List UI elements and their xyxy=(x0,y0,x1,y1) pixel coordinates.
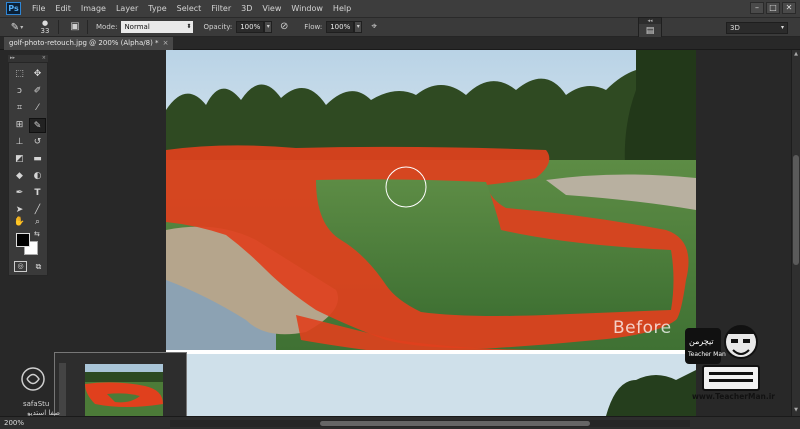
brush-icon: ✎ xyxy=(10,21,20,33)
move-tool-icon[interactable]: ✥ xyxy=(29,67,46,82)
close-toolbox-icon[interactable]: × xyxy=(42,55,46,62)
flow-label: Flow: xyxy=(304,23,323,31)
airbrush-icon[interactable]: ⌖ xyxy=(366,20,382,34)
horizontal-scrollbar[interactable] xyxy=(170,420,690,427)
brush-preset-picker[interactable]: ● 33 xyxy=(36,19,54,35)
menu-window[interactable]: Window xyxy=(286,4,328,13)
quick-mask-icon[interactable]: ◎ xyxy=(14,261,27,272)
blur-tool-icon[interactable]: ◆ xyxy=(11,169,28,184)
chevron-down-icon: ▾ xyxy=(20,23,24,31)
mode-label: Mode: xyxy=(96,23,118,31)
flow-slider-toggle[interactable]: ▾ xyxy=(354,21,363,33)
type-tool-icon[interactable]: T xyxy=(29,186,46,201)
eraser-tool-icon[interactable]: ◩ xyxy=(11,152,28,167)
eyedropper-tool-icon[interactable]: ⁄ xyxy=(29,101,46,116)
workspace-select[interactable]: 3D ▾ xyxy=(726,22,788,34)
photoshop-logo: Ps xyxy=(6,2,21,15)
document-canvas[interactable] xyxy=(166,50,696,416)
teacherman-name-text: Teacher Man xyxy=(687,351,726,358)
thumbnail-preview-window xyxy=(54,352,187,426)
menu-type[interactable]: Type xyxy=(143,4,171,13)
flow-input[interactable]: 100% xyxy=(326,21,355,33)
mode-select[interactable]: Normal ⬍ xyxy=(121,21,194,33)
options-bar: ✎ ▾ ● 33 ▣ Mode: Normal ⬍ Opacity: 100% ▾… xyxy=(0,17,800,37)
menu-filter[interactable]: Filter xyxy=(206,4,236,13)
menu-3d[interactable]: 3D xyxy=(236,4,257,13)
hand-tool-icon[interactable]: ✋ xyxy=(11,215,28,230)
brush-tip-icon: ● xyxy=(41,19,49,27)
vertical-scroll-thumb[interactable] xyxy=(793,155,799,265)
gradient-tool-icon[interactable]: ▬ xyxy=(29,152,46,167)
swap-colors-icon[interactable]: ⇆ xyxy=(34,230,40,238)
lasso-tool-icon[interactable]: ↄ xyxy=(11,84,28,99)
chevron-updown-icon: ⬍ xyxy=(186,23,192,30)
toolbox-header[interactable]: ▸▸ × xyxy=(8,55,48,62)
before-label: Before xyxy=(613,318,672,338)
window-controls: – □ ✕ xyxy=(750,2,796,14)
tool-preset-picker[interactable]: ✎ ▾ xyxy=(6,19,28,35)
healing-brush-tool-icon[interactable]: ⊞ xyxy=(11,118,28,133)
opacity-slider-toggle[interactable]: ▾ xyxy=(264,21,273,33)
properties-panel-icon[interactable]: ▤ xyxy=(639,24,661,38)
screen-mode-icon[interactable]: ⧉ xyxy=(32,261,45,272)
separator xyxy=(87,20,88,34)
crop-tool-icon[interactable]: ⌗ xyxy=(11,101,28,116)
photoshop-window: Ps File Edit Image Layer Type Select Fil… xyxy=(0,0,800,429)
thumbnail-image xyxy=(85,364,163,416)
zoom-tool-icon[interactable]: ⌕ xyxy=(29,215,46,230)
safastudio-name: safaStu xyxy=(23,400,50,408)
menu-help[interactable]: Help xyxy=(328,4,356,13)
brush-size-value: 33 xyxy=(40,27,50,35)
document-tab-title: golf-photo-retouch.jpg @ 200% (Alpha/8) … xyxy=(9,39,159,47)
teacherman-logo: تیچرمن Teacher Man xyxy=(683,312,765,392)
thumbnail-toolbar xyxy=(59,363,66,421)
zoom-level[interactable]: 200% xyxy=(4,419,24,427)
workspace-value: 3D xyxy=(730,24,740,32)
menu-edit[interactable]: Edit xyxy=(50,4,76,13)
scroll-up-icon[interactable]: ▲ xyxy=(792,51,800,59)
menu-bar: Ps File Edit Image Layer Type Select Fil… xyxy=(0,0,800,17)
toolbox: ⬚ ✥ ↄ ✐ ⌗ ⁄ ⊞ ✎ ⊥ ↺ ◩ ▬ ◆ ◐ ✒ T ➤ ╱ ✋ ⌕ … xyxy=(8,62,48,276)
menu-file[interactable]: File xyxy=(27,4,50,13)
document-tab-bar: golf-photo-retouch.jpg @ 200% (Alpha/8) … xyxy=(0,37,800,50)
mode-value: Normal xyxy=(124,23,150,31)
menu-select[interactable]: Select xyxy=(172,4,207,13)
quick-selection-tool-icon[interactable]: ✐ xyxy=(29,84,46,99)
teacherman-fa-text: تیچرمن xyxy=(689,337,714,346)
scroll-down-icon[interactable]: ▼ xyxy=(792,407,800,415)
status-bar: 200% xyxy=(0,416,800,429)
menu-image[interactable]: Image xyxy=(76,4,111,13)
close-tab-icon[interactable]: × xyxy=(163,39,169,47)
separator xyxy=(58,20,59,34)
photo-canvas xyxy=(166,50,696,416)
document-tab[interactable]: golf-photo-retouch.jpg @ 200% (Alpha/8) … xyxy=(4,37,174,50)
close-button[interactable]: ✕ xyxy=(782,2,796,14)
minimize-button[interactable]: – xyxy=(750,2,764,14)
opacity-input[interactable]: 100% xyxy=(236,21,265,33)
vertical-scrollbar[interactable]: ▲ ▼ xyxy=(791,50,800,416)
menu-view[interactable]: View xyxy=(257,4,286,13)
brush-tool-icon[interactable]: ✎ xyxy=(29,118,46,133)
maximize-button[interactable]: □ xyxy=(766,2,780,14)
history-brush-tool-icon[interactable]: ↺ xyxy=(29,135,46,150)
clone-stamp-tool-icon[interactable]: ⊥ xyxy=(11,135,28,150)
teacherman-url: www.TeacherMan.ir xyxy=(692,392,775,401)
collapse-toolbox-icon[interactable]: ▸▸ xyxy=(10,55,15,62)
brush-panel-toggle-icon[interactable]: ▣ xyxy=(67,20,83,34)
menu-layer[interactable]: Layer xyxy=(111,4,143,13)
opacity-label: Opacity: xyxy=(203,23,233,31)
marquee-tool-icon[interactable]: ⬚ xyxy=(11,67,28,82)
horizontal-scroll-thumb[interactable] xyxy=(320,421,590,426)
chevron-down-icon: ▾ xyxy=(780,24,784,31)
pressure-opacity-icon[interactable]: ⊘ xyxy=(276,20,292,34)
dodge-tool-icon[interactable]: ◐ xyxy=(29,169,46,184)
image-seam xyxy=(166,350,696,354)
pen-tool-icon[interactable]: ✒ xyxy=(11,186,28,201)
foreground-color-swatch[interactable] xyxy=(16,233,30,247)
